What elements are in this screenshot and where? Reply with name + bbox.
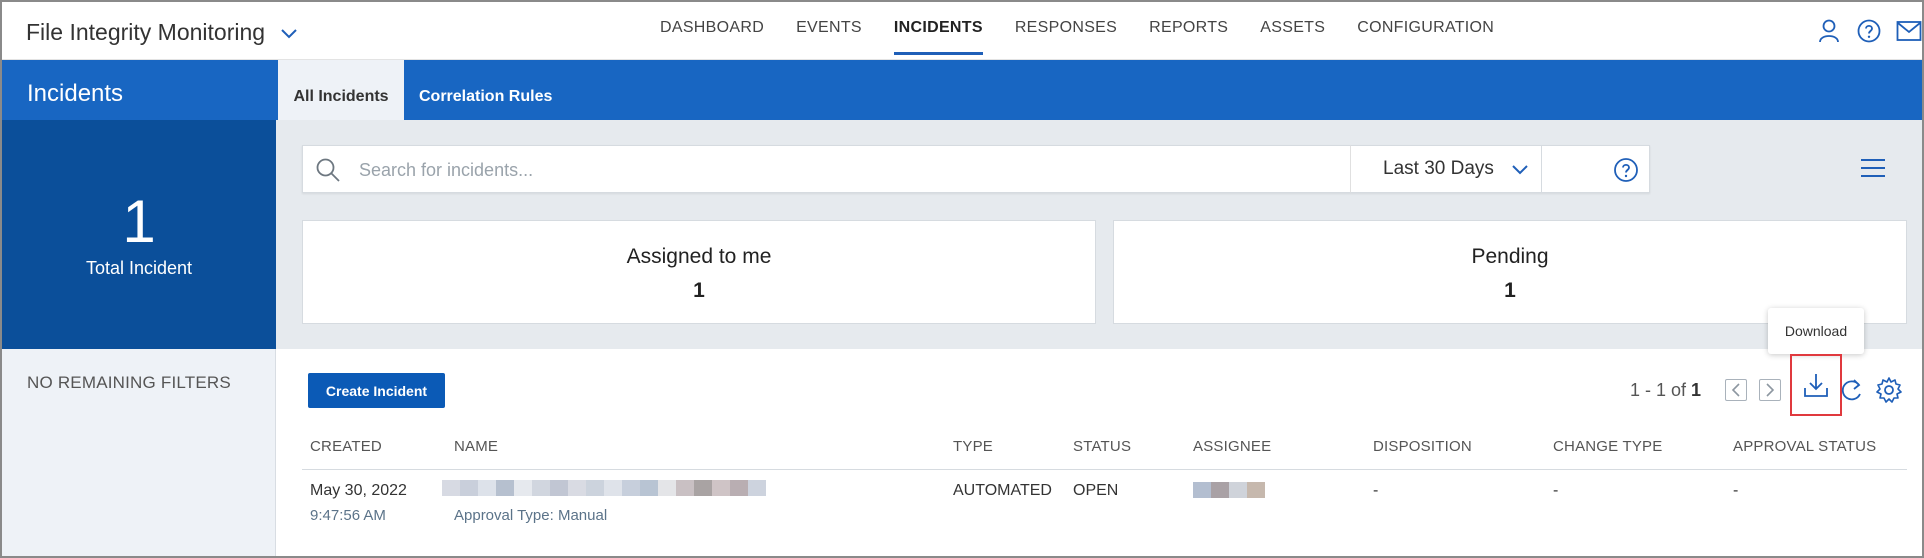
- incident-approval-status: -: [1733, 482, 1739, 499]
- header-actions: [1816, 18, 1922, 44]
- date-range-select[interactable]: Last 30 Days: [1350, 145, 1542, 193]
- chevron-down-icon: [281, 28, 297, 38]
- main-nav: DASHBOARD EVENTS INCIDENTS RESPONSES REP…: [660, 19, 1526, 55]
- column-type[interactable]: TYPE: [953, 438, 993, 455]
- incidents-table-header: CREATED NAME TYPE STATUS ASSIGNEE DISPOS…: [302, 438, 1907, 470]
- redacted-incident-name: [442, 480, 766, 496]
- incident-type: AUTOMATED: [953, 482, 1052, 499]
- incident-status: OPEN: [1073, 482, 1119, 499]
- download-highlight: [1790, 354, 1842, 416]
- tab-correlation-rules[interactable]: Correlation Rules: [419, 60, 552, 120]
- chevron-down-icon: [1512, 165, 1528, 175]
- filters-label: NO REMAINING FILTERS: [27, 373, 231, 392]
- column-status[interactable]: STATUS: [1073, 438, 1131, 455]
- download-icon[interactable]: [1802, 371, 1830, 399]
- search-help-icon[interactable]: [1613, 157, 1639, 188]
- nav-events[interactable]: EVENTS: [796, 19, 862, 55]
- stat-title: Assigned to me: [626, 245, 772, 268]
- gear-icon[interactable]: [1875, 376, 1903, 409]
- approval-type: Approval Type: Manual: [454, 507, 608, 524]
- date-range-value: Last 30 Days: [1383, 158, 1494, 179]
- nav-assets[interactable]: ASSETS: [1260, 19, 1325, 55]
- nav-reports[interactable]: REPORTS: [1149, 19, 1228, 55]
- total-incident-count: 1: [122, 188, 156, 255]
- sidebar-title: Incidents: [2, 60, 276, 120]
- previous-page-button[interactable]: [1725, 379, 1747, 401]
- incident-disposition: -: [1373, 482, 1379, 499]
- user-icon[interactable]: [1816, 18, 1842, 44]
- total-incident-card: 1 Total Incident: [2, 120, 276, 349]
- tab-bar: All Incidents Correlation Rules: [276, 60, 1922, 120]
- tab-all-incidents[interactable]: All Incidents: [278, 60, 404, 120]
- refresh-icon[interactable]: [1838, 376, 1864, 409]
- chevron-right-icon: [1766, 383, 1775, 397]
- stat-value: 1: [693, 279, 705, 302]
- nav-dashboard[interactable]: DASHBOARD: [660, 19, 764, 55]
- stat-card-assigned[interactable]: Assigned to me 1: [302, 220, 1096, 324]
- pagination-summary: 1 - 1 of 1: [1630, 380, 1701, 401]
- app-window: File Integrity Monitoring DASHBOARD EVEN…: [0, 0, 1924, 558]
- column-created[interactable]: CREATED: [310, 438, 382, 455]
- next-page-button[interactable]: [1759, 379, 1781, 401]
- nav-incidents[interactable]: INCIDENTS: [893, 19, 983, 55]
- column-approval-status[interactable]: APPROVAL STATUS: [1733, 438, 1876, 455]
- help-icon[interactable]: [1856, 18, 1882, 44]
- created-time: 9:47:56 AM: [310, 507, 386, 524]
- download-tooltip: Download: [1768, 308, 1864, 354]
- total-incident-label: Total Incident: [85, 258, 193, 278]
- pagination-total: 1: [1691, 380, 1702, 400]
- create-incident-button[interactable]: Create Incident: [308, 373, 445, 408]
- top-navigation-bar: File Integrity Monitoring DASHBOARD EVEN…: [2, 2, 1922, 60]
- stat-value: 1: [1504, 279, 1516, 302]
- chevron-left-icon: [1731, 383, 1740, 397]
- incident-change-type: -: [1553, 482, 1559, 499]
- table-row[interactable]: May 30, 2022 9:47:56 AM Approval Type: M…: [302, 472, 1907, 556]
- search-input[interactable]: [359, 158, 1459, 182]
- search-icon: [315, 157, 341, 188]
- app-title: File Integrity Monitoring: [26, 19, 266, 45]
- nav-responses[interactable]: RESPONSES: [1015, 19, 1117, 55]
- column-disposition[interactable]: DISPOSITION: [1373, 438, 1472, 455]
- filters-panel: NO REMAINING FILTERS: [2, 349, 276, 556]
- app-switcher[interactable]: File Integrity Monitoring: [26, 19, 299, 46]
- nav-configuration[interactable]: CONFIGURATION: [1357, 19, 1494, 55]
- column-assignee[interactable]: ASSIGNEE: [1193, 438, 1271, 455]
- pagination-range: 1 - 1 of: [1630, 380, 1687, 400]
- stat-title: Pending: [1471, 245, 1549, 268]
- redacted-assignee: [1193, 482, 1265, 498]
- column-name[interactable]: NAME: [454, 438, 498, 455]
- mail-icon[interactable]: [1896, 18, 1922, 44]
- column-change-type[interactable]: CHANGE TYPE: [1553, 438, 1662, 455]
- hamburger-menu-icon[interactable]: [1860, 158, 1886, 183]
- created-date: May 30, 2022: [310, 482, 407, 499]
